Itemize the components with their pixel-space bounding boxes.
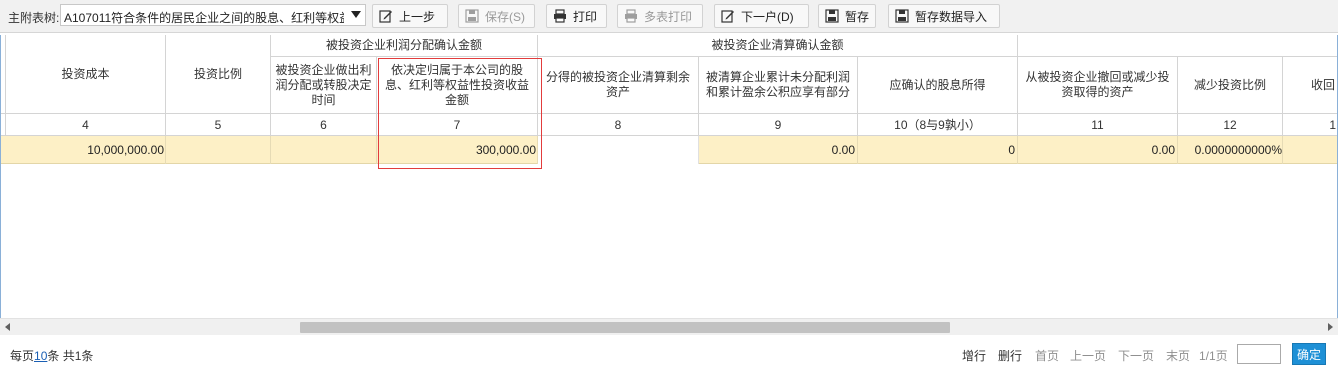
col-number: 12: [1178, 114, 1283, 136]
save-icon: [895, 9, 909, 23]
temp-save-label: 暂存: [845, 9, 870, 24]
temp-save-button[interactable]: 暂存: [818, 4, 876, 28]
header-dividend-income: 应确认的股息所得: [858, 57, 1018, 114]
group-header-blank: [1018, 35, 1337, 57]
header-decision-time: 被投资企业做出利润分配或转股决定时间: [271, 57, 377, 114]
cell-dividend-amount[interactable]: 300,000.00: [377, 136, 538, 164]
col-number: 11: [1018, 114, 1178, 136]
header-recover: 收回: [1283, 57, 1337, 114]
total-count: 条 共1条: [47, 349, 94, 363]
add-row-button[interactable]: 增行: [962, 347, 986, 364]
last-page-button[interactable]: 末页: [1166, 347, 1190, 364]
go-page-button[interactable]: 确定: [1292, 343, 1326, 365]
col-number: 6: [271, 114, 377, 136]
page-number-input[interactable]: [1237, 344, 1281, 364]
cell-dividend-income[interactable]: 0: [858, 136, 1018, 164]
col-number: 7: [377, 114, 538, 136]
pager: 每页10条 共1条 增行 删行 首页 上一页 下一页 末页 1/1页 确定: [0, 336, 1338, 369]
header-undistributed: 被清算企业累计未分配利润和累计盈余公积应享有部分: [699, 57, 858, 114]
per-page-info: 每页10条 共1条: [10, 347, 93, 364]
edit-icon: [721, 10, 734, 23]
table-tree-value: A107011符合条件的居民企业之间的股息、红利等权益性投资收益: [64, 11, 344, 25]
toolbar: 主附表树: A107011符合条件的居民企业之间的股息、红利等权益性投资收益 上…: [0, 0, 1338, 33]
header-dividend-amount: 依决定归属于本公司的股息、红利等权益性投资收益金额: [377, 57, 538, 114]
save-label: 保存(S): [485, 9, 525, 24]
cell-decision-time[interactable]: [271, 136, 377, 164]
chevron-down-icon[interactable]: [351, 11, 361, 18]
scroll-left-icon[interactable]: [5, 323, 10, 331]
printer-icon: [625, 9, 637, 23]
group-header-liquidation: 被投资企业清算确认金额: [538, 35, 1018, 57]
delete-row-button[interactable]: 删行: [998, 347, 1022, 364]
page-info: 1/1页: [1199, 349, 1228, 363]
cell-remaining-assets[interactable]: [538, 136, 699, 164]
cell-reduce-ratio[interactable]: 0.0000000000%: [1178, 136, 1283, 164]
data-grid: 投资成本 投资比例 被投资企业利润分配确认金额 被投资企业清算确认金额 被投资企…: [0, 35, 1338, 321]
scroll-right-icon[interactable]: [1328, 323, 1333, 331]
next-page-button[interactable]: 下一页: [1118, 347, 1154, 364]
col-number: 1: [1283, 114, 1337, 136]
horizontal-scrollbar[interactable]: [0, 318, 1338, 335]
header-withdraw-assets: 从被投资企业撤回或减少投资取得的资产: [1018, 57, 1178, 114]
col-number: 5: [166, 114, 271, 136]
header-reduce-ratio: 减少投资比例: [1178, 57, 1283, 114]
printer-icon: [554, 9, 566, 23]
header-invest-cost: 投资成本: [6, 35, 166, 114]
prev-page-button[interactable]: 上一页: [1070, 347, 1106, 364]
prev-step-button[interactable]: 上一步: [372, 4, 448, 28]
col-number: 9: [699, 114, 858, 136]
per-page-prefix: 每页: [10, 349, 35, 363]
cell-invest-cost[interactable]: 10,000,000.00: [6, 136, 166, 164]
print-label: 打印: [573, 9, 598, 24]
group-header-profit-distribution: 被投资企业利润分配确认金额: [271, 35, 538, 57]
col-number: 8: [538, 114, 699, 136]
temp-import-button[interactable]: 暂存数据导入: [888, 4, 1000, 28]
per-page-link[interactable]: 10: [34, 349, 47, 363]
col-number: 4: [6, 114, 166, 136]
save-icon: [825, 9, 839, 23]
next-household-label: 下一户(D): [741, 9, 794, 24]
save-button[interactable]: 保存(S): [458, 4, 535, 28]
multi-print-label: 多表打印: [644, 9, 693, 24]
temp-import-label: 暂存数据导入: [915, 9, 988, 24]
cell-invest-ratio[interactable]: [166, 136, 271, 164]
cell-undistributed[interactable]: 0.00: [699, 136, 858, 164]
first-page-button[interactable]: 首页: [1035, 347, 1059, 364]
table-tree-select[interactable]: A107011符合条件的居民企业之间的股息、红利等权益性投资收益: [60, 4, 366, 26]
scrollbar-thumb[interactable]: [300, 322, 950, 333]
edit-icon: [379, 10, 392, 23]
next-household-button[interactable]: 下一户(D): [714, 4, 809, 28]
cell-recover[interactable]: [1283, 136, 1337, 164]
prev-step-label: 上一步: [399, 9, 436, 24]
header-invest-ratio: 投资比例: [166, 35, 271, 114]
col-number: 10（8与9孰小）: [858, 114, 1018, 136]
header-remaining-assets: 分得的被投资企业清算剩余资产: [538, 57, 699, 114]
save-icon: [465, 9, 479, 23]
tree-label: 主附表树:: [8, 11, 60, 25]
cell-withdraw-assets[interactable]: 0.00: [1018, 136, 1178, 164]
multi-print-button[interactable]: 多表打印: [617, 4, 703, 28]
print-button[interactable]: 打印: [546, 4, 607, 28]
